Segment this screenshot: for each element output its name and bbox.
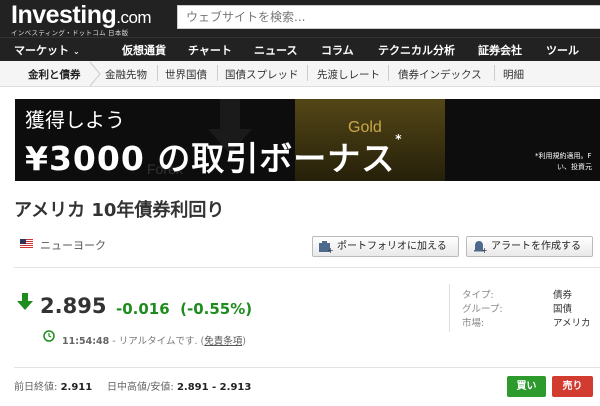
subnav-divider xyxy=(157,65,158,81)
buy-button[interactable]: 買い xyxy=(507,376,546,397)
info-market-key: 市場: xyxy=(462,318,485,329)
nav-columns[interactable]: コラム xyxy=(321,42,354,58)
banner-bonus-main: ¥3000 の取引ボーナス xyxy=(25,139,396,178)
subnav-bond-spreads[interactable]: 国債スプレッド xyxy=(225,67,299,82)
section-divider xyxy=(14,367,600,368)
prev-close-value: 2.911 xyxy=(60,382,93,393)
banner-bonus-text: ¥3000 の取引ボーナス* xyxy=(25,132,403,180)
change-percent: (-0.55%) xyxy=(180,300,253,318)
nav-brokers[interactable]: 証券会社 xyxy=(478,42,522,58)
us-flag-icon xyxy=(20,239,33,248)
banner-fine-print: *利用規約適用。F xyxy=(535,152,592,160)
subnav-divider xyxy=(307,65,308,81)
info-divider xyxy=(449,284,450,332)
sell-button[interactable]: 売り xyxy=(552,376,593,397)
change-value: -0.016 xyxy=(116,300,170,318)
nav-markets[interactable]: マーケット ⌄ xyxy=(14,42,80,58)
nav-tools[interactable]: ツール xyxy=(546,42,579,58)
clock-icon xyxy=(43,330,55,342)
subnav-rates-bonds[interactable]: 金利と債券 xyxy=(28,67,81,82)
price-change: -0.016 (-0.55%) xyxy=(116,300,252,318)
create-alert-button[interactable]: + アラートを作成する xyxy=(466,236,593,257)
svg-text:+: + xyxy=(481,246,487,254)
nav-technical[interactable]: テクニカル分析 xyxy=(378,42,455,58)
promo-banner[interactable]: Gold Forex 獲得しよう ¥3000 の取引ボーナス* *利用規約適用。… xyxy=(15,99,600,181)
chevron-down-icon: ⌄ xyxy=(73,47,80,56)
subnav-bond-indices[interactable]: 債券インデックス xyxy=(398,67,482,82)
create-alert-label: アラートを作成する xyxy=(491,241,581,252)
info-group-value: 国債 xyxy=(553,304,573,315)
main-nav: マーケット ⌄ 仮想通貨 チャート ニュース コラム テクニカル分析 証券会社 ツ… xyxy=(0,37,600,61)
quote-time-suffix: - リアルタイムです. ( xyxy=(109,336,205,347)
top-header: Investing.com インベスティング・ドットコム 日本版 xyxy=(0,0,600,37)
subnav-divider xyxy=(217,65,218,81)
investing-logo[interactable]: Investing.com インベスティング・ドットコム 日本版 xyxy=(11,1,152,38)
disclaimer-link[interactable]: 免責条項 xyxy=(204,336,242,347)
last-price: 2.895 xyxy=(40,294,107,318)
day-range: 日中高値/安値: 2.891 - 2.913 xyxy=(107,378,251,393)
banner-fine-print-2: い、投資元 xyxy=(557,163,592,171)
breadcrumb-arrow-icon xyxy=(89,61,101,87)
page-title: アメリカ 10年債券利回り xyxy=(14,200,225,221)
info-type-key: タイプ: xyxy=(462,290,494,301)
banner-asterisk: * xyxy=(395,132,403,146)
exchange-name: ニューヨーク xyxy=(40,239,106,252)
quote-time: 11:54:48 - リアルタイムです. (免責条項) xyxy=(62,333,246,347)
add-portfolio-button[interactable]: + ポートフォリオに加える xyxy=(312,236,459,257)
prev-close-label: 前日終値: xyxy=(14,382,58,393)
nav-markets-label: マーケット xyxy=(14,44,69,57)
quote-time-close: ) xyxy=(242,336,246,347)
subnav-forward-rates[interactable]: 先渡しレート xyxy=(317,67,380,82)
section-divider xyxy=(14,267,600,268)
subnav-divider xyxy=(388,65,389,81)
nav-news[interactable]: ニュース xyxy=(254,42,297,58)
svg-text:+: + xyxy=(327,246,333,254)
subnav-details[interactable]: 明細 xyxy=(503,67,524,82)
logo-main: Investing xyxy=(11,1,117,29)
subnav-divider xyxy=(494,65,495,81)
info-market-value[interactable]: アメリカ xyxy=(553,315,591,329)
logo-suffix: .com xyxy=(116,8,152,27)
add-portfolio-label: ポートフォリオに加える xyxy=(337,241,447,252)
info-group-key: グループ: xyxy=(462,304,503,315)
banner-headline: 獲得しよう xyxy=(25,108,125,132)
day-range-label: 日中高値/安値: xyxy=(107,382,174,393)
prev-close: 前日終値: 2.911 xyxy=(14,378,92,393)
nav-charts[interactable]: チャート xyxy=(188,42,232,58)
nav-crypto[interactable]: 仮想通貨 xyxy=(122,42,166,58)
alert-bell-icon: + xyxy=(474,241,487,254)
arrow-down-icon xyxy=(17,293,33,310)
subnav-world-bonds[interactable]: 世界国債 xyxy=(165,67,207,82)
portfolio-add-icon: + xyxy=(319,241,333,254)
info-type-value: 債券 xyxy=(553,290,573,301)
search-box xyxy=(177,5,600,29)
sub-nav: 金利と債券 金融先物 世界国債 国債スプレッド 先渡しレート 債券インデックス … xyxy=(0,61,600,87)
search-input[interactable] xyxy=(178,6,600,28)
day-range-value: 2.891 - 2.913 xyxy=(176,382,252,393)
subnav-futures[interactable]: 金融先物 xyxy=(105,67,147,82)
quote-time-value: 11:54:48 xyxy=(62,336,110,347)
